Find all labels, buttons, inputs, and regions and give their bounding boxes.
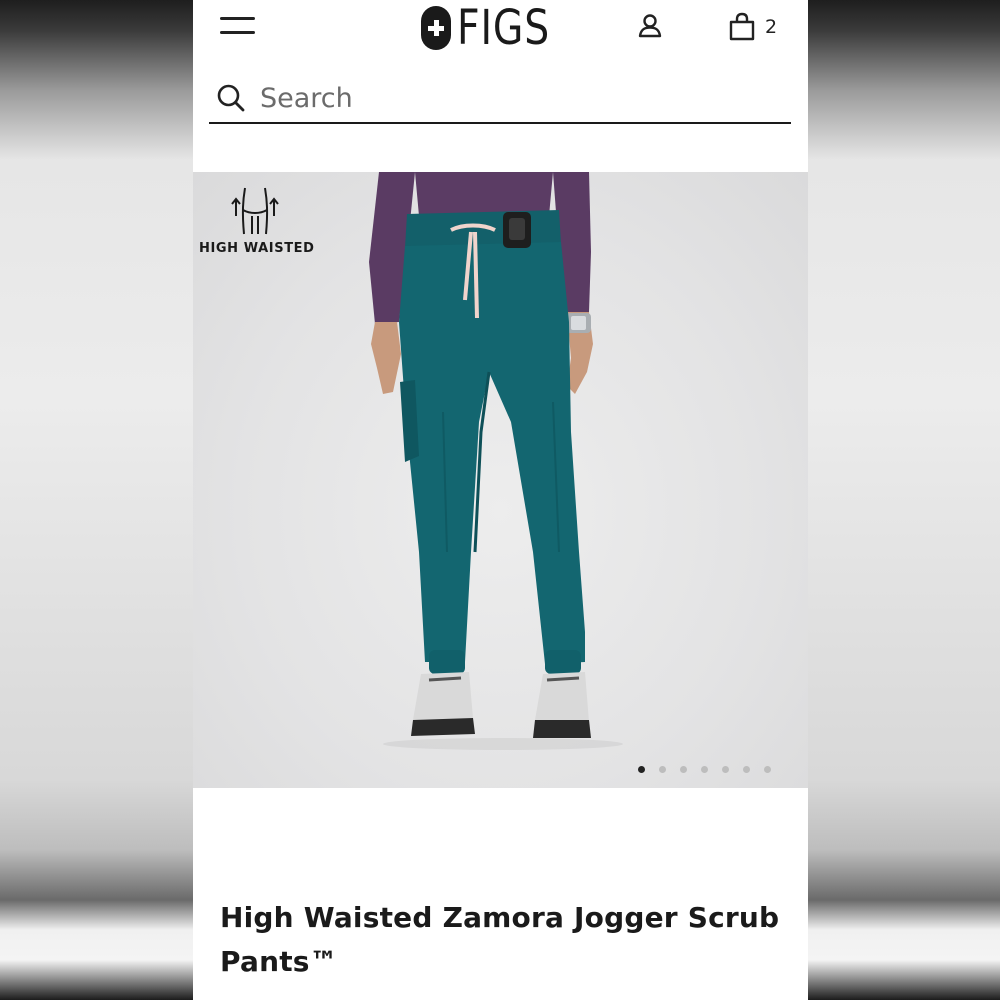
mobile-page: FIGS 2 Search HIGH WAISTED High Waisted … <box>193 0 808 1000</box>
carousel-dot[interactable] <box>659 766 666 773</box>
site-header: FIGS 2 <box>193 0 808 56</box>
model-wearing-jogger-pants <box>369 172 623 750</box>
figs-cross-icon <box>421 6 451 50</box>
cart-button[interactable]: 2 <box>728 10 777 44</box>
high-waisted-badge: HIGH WAISTED <box>199 186 315 256</box>
product-title: High Waisted Zamora Jogger Scrub Pants™ <box>220 901 780 978</box>
hamburger-menu-icon[interactable] <box>220 17 255 37</box>
high-waisted-label: HIGH WAISTED <box>199 241 315 256</box>
carousel-pagination <box>638 766 771 773</box>
carousel-dot[interactable] <box>722 766 729 773</box>
blurred-backdrop-right <box>808 0 1000 1000</box>
high-waist-icon <box>231 187 279 235</box>
brand-logo[interactable]: FIGS <box>421 2 570 54</box>
carousel-dot[interactable] <box>680 766 687 773</box>
blurred-backdrop-left <box>0 0 193 1000</box>
user-account-icon[interactable] <box>636 12 664 40</box>
cart-count-badge: 2 <box>765 16 778 38</box>
product-image-carousel[interactable]: HIGH WAISTED <box>193 172 808 788</box>
carousel-dot[interactable] <box>701 766 708 773</box>
search-icon <box>217 84 245 112</box>
shopping-bag-icon <box>729 12 755 41</box>
brand-name: FIGS <box>457 0 551 56</box>
search-bar[interactable] <box>209 74 791 124</box>
carousel-dot[interactable] <box>638 766 645 773</box>
carousel-dot[interactable] <box>764 766 771 773</box>
carousel-dot[interactable] <box>743 766 750 773</box>
search-input[interactable] <box>260 82 740 114</box>
